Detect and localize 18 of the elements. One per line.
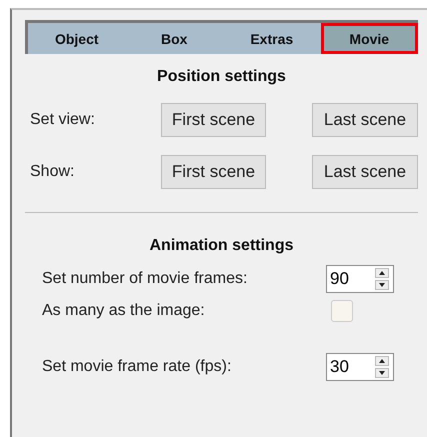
field-label: Set movie frame rate (fps):	[42, 358, 232, 376]
number-spinner[interactable]: 90	[326, 265, 394, 293]
tab[interactable]: Extras	[223, 23, 320, 54]
number-spinner[interactable]: 30	[326, 353, 394, 381]
scene-button[interactable]: First scene	[161, 155, 266, 189]
section-title: Position settings	[156, 68, 287, 86]
scene-button[interactable]: Last scene	[312, 155, 418, 189]
field-label: As many as the image:	[42, 302, 206, 320]
field-label: Set number of movie frames:	[42, 270, 248, 288]
row-label: Show:	[29, 163, 76, 181]
scene-button[interactable]: Last scene	[312, 103, 418, 137]
tab[interactable]: Object	[28, 23, 126, 54]
scene-button[interactable]: First scene	[161, 103, 266, 137]
tab[interactable]: Box	[126, 23, 223, 54]
section-title: Animation settings	[148, 237, 294, 255]
row-label: Set view:	[29, 111, 96, 129]
tab[interactable]: Movie	[320, 23, 418, 54]
checkbox[interactable]	[331, 300, 353, 322]
